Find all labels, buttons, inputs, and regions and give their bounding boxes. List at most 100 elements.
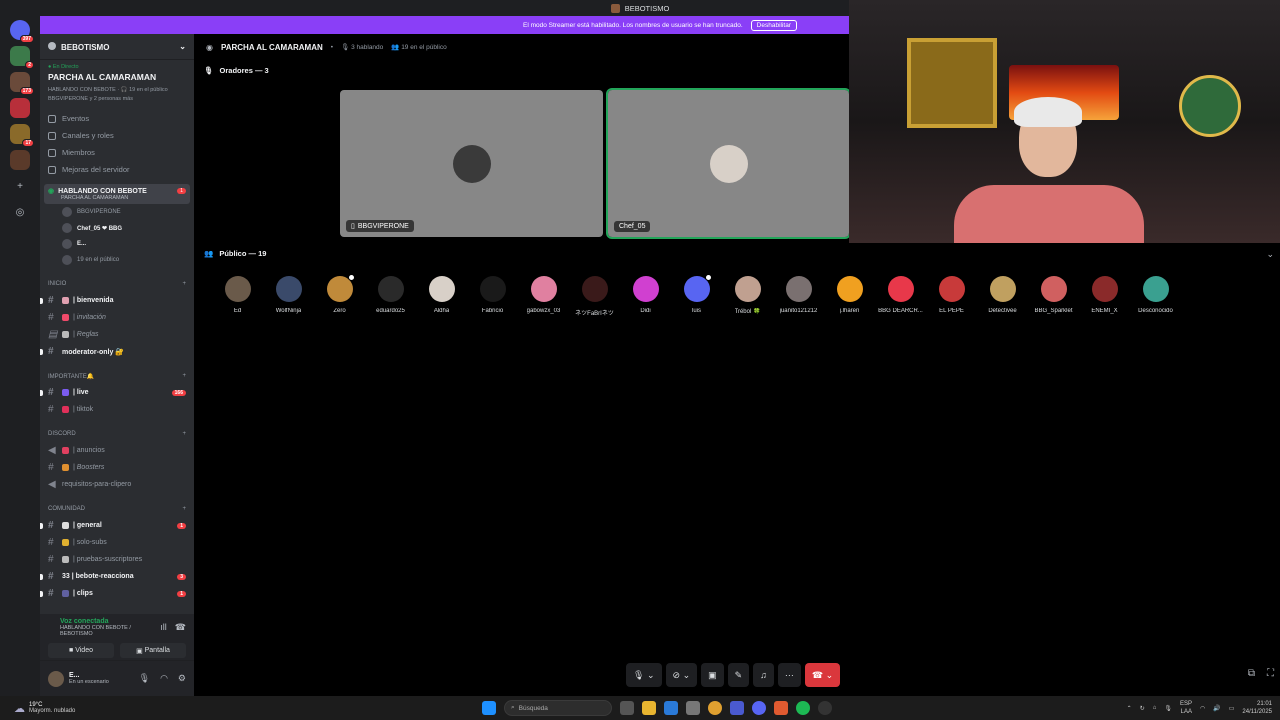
plus-icon[interactable]: + [182, 281, 186, 287]
weather-widget[interactable]: ☁ 19°C Mayorm. nublado [0, 702, 75, 715]
brave-icon[interactable] [774, 701, 788, 715]
activity-button[interactable]: ✎ [727, 663, 750, 687]
audience-member[interactable]: EL PEPE [926, 276, 977, 317]
audience-member[interactable]: Trébol 🍀 [722, 276, 773, 317]
voice-member[interactable]: E... [40, 236, 194, 252]
chrome-icon[interactable] [708, 701, 722, 715]
screen-share-button[interactable]: ▣ Pantalla [120, 643, 186, 658]
server-icon[interactable] [10, 98, 30, 118]
audience-member[interactable]: Zero [314, 274, 365, 317]
popout-icon[interactable]: ⧉ [1248, 668, 1255, 679]
soundboard-button[interactable]: ♫ [753, 663, 774, 687]
category-header[interactable]: COMUNIDAD + [40, 501, 194, 517]
camera-button[interactable]: ⊘ ⌄ [665, 663, 698, 687]
voice-member[interactable]: 19 en el público [40, 252, 194, 268]
disable-streamer-button[interactable]: Deshabilitar [750, 19, 797, 31]
channel-item[interactable]: # | solo-subs [40, 534, 194, 551]
channel-item[interactable]: # | invitación [40, 309, 194, 326]
audience-member[interactable]: BBG DEARCR... [875, 276, 926, 317]
audience-member[interactable]: ENEMI_X [1079, 276, 1130, 317]
headphones-icon[interactable]: ◠ [160, 673, 168, 684]
avatar[interactable] [48, 670, 64, 687]
live-event-card[interactable]: ● En Directo PARCHA AL CAMARAMAN HABLAND… [40, 60, 194, 106]
audience-member[interactable]: ネツFaBrIネツ [569, 276, 620, 317]
disconnect-icon[interactable]: ☎ [175, 622, 186, 633]
voice-member[interactable]: BBGVIPERONE [40, 204, 194, 220]
share-screen-button[interactable]: ▣ [701, 663, 724, 687]
audience-member[interactable]: gabowzx_03 [518, 276, 569, 317]
speaker-tile[interactable]: Chef_05 [606, 88, 851, 239]
speaker-tile[interactable]: ▯ BBGVIPERONE [340, 90, 603, 237]
leave-stage-button[interactable]: ☎ ⌄ [804, 663, 841, 687]
spotify-icon[interactable] [796, 701, 810, 715]
server-icon[interactable]: 2 [10, 46, 34, 69]
volume-icon[interactable]: 🔊 [1213, 705, 1220, 712]
chevron-up-icon[interactable]: ⌃ [1127, 705, 1132, 712]
channel-item[interactable]: ▤ | Reglas [40, 326, 194, 343]
channel-item[interactable]: # | clips 1 [40, 585, 194, 602]
gear-icon[interactable]: ⚙ [178, 673, 186, 684]
channel-item[interactable]: # | general 1 [40, 517, 194, 534]
add-server-icon[interactable]: + [10, 176, 30, 196]
store-icon[interactable] [686, 701, 700, 715]
microphone-tray-icon[interactable]: 🎙 [1164, 705, 1172, 712]
audience-member[interactable]: Didi [620, 276, 671, 317]
obs-icon[interactable] [818, 701, 832, 715]
channel-item[interactable]: #33 | bebote-reacciona 3 [40, 568, 194, 585]
audience-member[interactable]: Detectivee [977, 276, 1028, 317]
search-box[interactable]: ⌕ Búsqueda [504, 700, 612, 716]
taskview-icon[interactable] [620, 701, 634, 715]
server-icon[interactable]: 17 [10, 124, 34, 147]
channel-item[interactable]: # | Boosters [40, 459, 194, 476]
audience-member[interactable]: BBG_Sparklet [1028, 276, 1079, 317]
plus-icon[interactable]: + [182, 373, 186, 379]
channel-item[interactable]: ◀ | anuncios [40, 442, 194, 459]
mute-button[interactable]: 🎙 ⌄ [626, 663, 662, 687]
plus-icon[interactable]: + [182, 431, 186, 437]
audience-member[interactable]: eduardo25 [365, 276, 416, 317]
fullscreen-icon[interactable]: ⛶ [1267, 668, 1274, 679]
menu-item-eventos[interactable]: Eventos [40, 110, 194, 127]
channel-item[interactable]: # | bienvenida [40, 292, 194, 309]
category-header[interactable]: DISCORD + [40, 426, 194, 442]
more-button[interactable]: ⋯ [777, 663, 801, 687]
folder-icon[interactable] [642, 701, 656, 715]
audience-member[interactable]: juanito121212 [773, 276, 824, 317]
menu-item-miembros[interactable]: Miembros [40, 144, 194, 161]
category-header[interactable]: IMPORTANTE🔔 + [40, 368, 194, 384]
audience-member[interactable]: Fabricio [467, 276, 518, 317]
language-indicator[interactable]: ESP LAA [1180, 700, 1192, 716]
soundboard-icon[interactable]: ıll [160, 622, 167, 633]
wifi-icon[interactable]: ◠ [1200, 705, 1205, 712]
menu-item-canales-y-roles[interactable]: Canales y roles [40, 127, 194, 144]
plus-icon[interactable]: + [182, 506, 186, 512]
usb-icon[interactable]: ⌂ [1153, 705, 1157, 711]
voice-channel-hablando[interactable]: ◉ HABLANDO CON BEBOTE PARCHA AL CAMARAMAN… [44, 184, 190, 204]
battery-icon[interactable]: ▭ [1229, 705, 1235, 712]
server-icon[interactable]: 397 [10, 20, 34, 43]
category-header[interactable]: INICIO + [40, 276, 194, 292]
server-icon[interactable]: 173 [10, 72, 34, 95]
audience-member[interactable]: WolfNinja [263, 276, 314, 317]
guild-header[interactable]: BEBOTISMO ⌄ [40, 34, 194, 60]
clock[interactable]: 21:01 24/11/2025 [1242, 700, 1272, 716]
mail-icon[interactable] [664, 701, 678, 715]
menu-item-mejoras-del-servidor[interactable]: Mejoras del servidor [40, 161, 194, 178]
teams-icon[interactable] [730, 701, 744, 715]
voice-member[interactable]: Chef_05 ❤ BBG [40, 220, 194, 236]
channel-item[interactable]: # | pruebas-suscriptores [40, 551, 194, 568]
microphone-icon[interactable]: 🎙 [139, 673, 150, 684]
audience-member[interactable]: j.lharen [824, 276, 875, 317]
explore-icon[interactable]: ◎ [10, 202, 30, 222]
chevron-down-icon[interactable]: ⌄ [1266, 249, 1274, 260]
windows-start-icon[interactable] [482, 701, 496, 715]
video-button[interactable]: ■ Video [48, 643, 114, 658]
sync-icon[interactable]: ↻ [1140, 705, 1145, 712]
audience-member[interactable]: Aldha [416, 276, 467, 317]
audience-member[interactable]: luis [671, 274, 722, 317]
channel-item[interactable]: ◀ requisitos-para-clipero [40, 476, 194, 493]
channel-item[interactable]: # moderator-only 🔐 [40, 343, 194, 360]
audience-member[interactable]: Desconocido [1130, 276, 1181, 317]
server-icon[interactable] [10, 150, 30, 170]
audience-member[interactable]: Ed [212, 276, 263, 317]
